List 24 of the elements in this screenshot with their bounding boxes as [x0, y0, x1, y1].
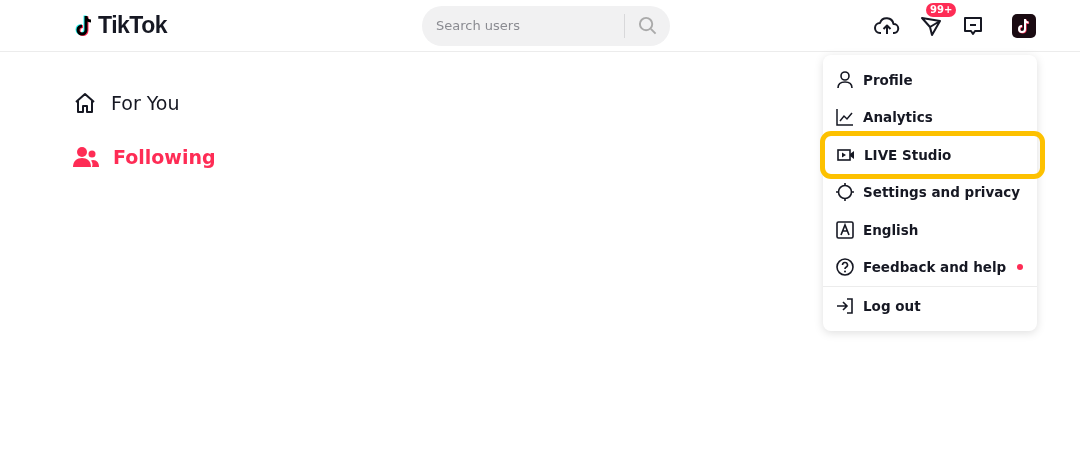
menu-item[interactable]: Feedback and help	[824, 248, 1036, 286]
logo-text[interactable]: TikTok	[98, 12, 167, 39]
upload-cloud-icon[interactable]	[874, 15, 900, 36]
question-mark-icon	[836, 258, 854, 277]
menu-item[interactable]: LIVE Studio	[825, 136, 1040, 174]
menu-item[interactable]: Profile	[824, 61, 1036, 99]
search-field[interactable]: Search users	[422, 5, 670, 46]
sidebar-item[interactable]: For You	[73, 87, 216, 119]
menu-item[interactable]: Analytics	[824, 98, 1036, 136]
notification-badge: 99+	[926, 2, 957, 17]
logout-icon	[836, 296, 854, 315]
line-chart-icon	[836, 108, 854, 127]
house-icon	[73, 91, 97, 115]
avatar-icon[interactable]	[1012, 13, 1036, 38]
menu-item[interactable]: Settings and privacy	[824, 173, 1036, 211]
person-icon	[836, 70, 854, 89]
sidebar-item[interactable]: Following	[73, 141, 216, 173]
people-icon	[73, 146, 99, 168]
letter-a-icon	[836, 220, 854, 239]
menu-item[interactable]: Log out	[824, 287, 1036, 325]
video-camera-icon	[837, 147, 855, 162]
paper-plane-icon[interactable]	[920, 14, 942, 37]
message-icon[interactable]	[962, 14, 984, 37]
menu-item[interactable]: English	[824, 211, 1036, 249]
